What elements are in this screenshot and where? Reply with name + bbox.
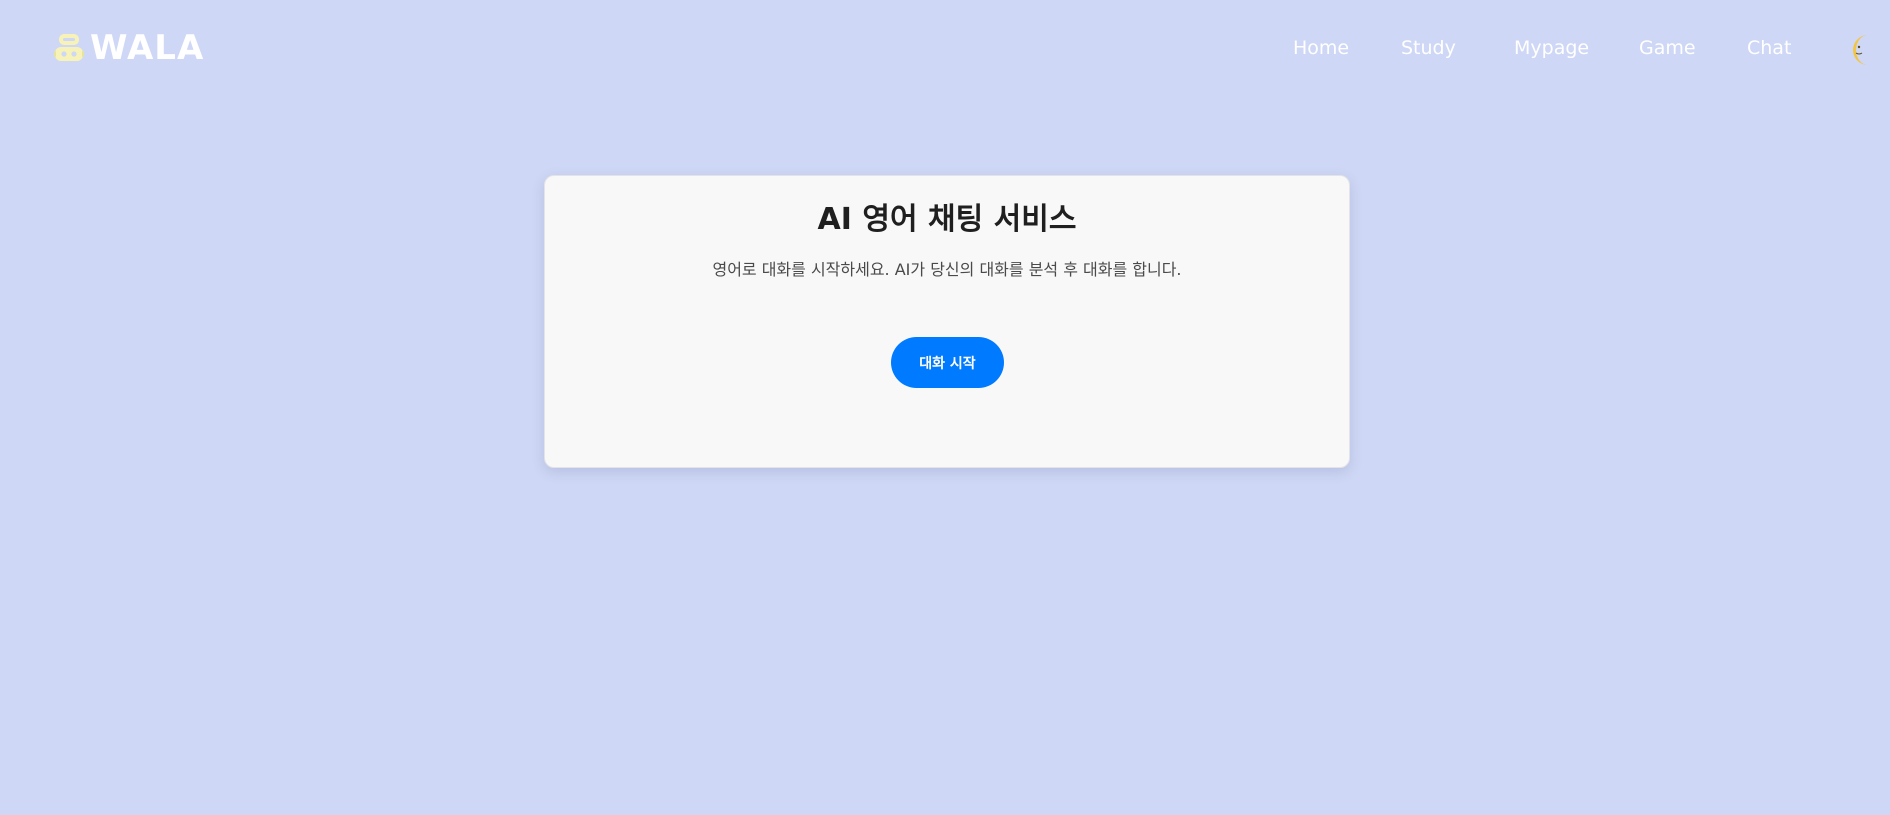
- nav-study[interactable]: Study: [1401, 34, 1456, 62]
- theme-toggle[interactable]: [1848, 33, 1878, 67]
- nav-home[interactable]: Home: [1293, 34, 1349, 62]
- start-chat-button[interactable]: 대화 시작: [891, 337, 1004, 388]
- page-description: 영어로 대화를 시작하세요. AI가 당신의 대화를 분석 후 대화를 합니다.: [712, 260, 1182, 279]
- moon-icon: [1853, 35, 1868, 65]
- logo-text: WALA: [90, 28, 205, 68]
- logo-link[interactable]: WALA: [54, 26, 204, 70]
- top-navbar: WALA Home Study Mypage Game Chat: [0, 0, 1890, 96]
- nav-mypage[interactable]: Mypage: [1514, 34, 1589, 62]
- chat-intro-card: AI 영어 채팅 서비스 영어로 대화를 시작하세요. AI가 당신의 대화를 …: [544, 175, 1350, 468]
- nav-game[interactable]: Game: [1639, 34, 1696, 62]
- robot-icon: [54, 34, 84, 61]
- page-title: AI 영어 채팅 서비스: [817, 202, 1077, 237]
- nav-chat[interactable]: Chat: [1747, 34, 1791, 62]
